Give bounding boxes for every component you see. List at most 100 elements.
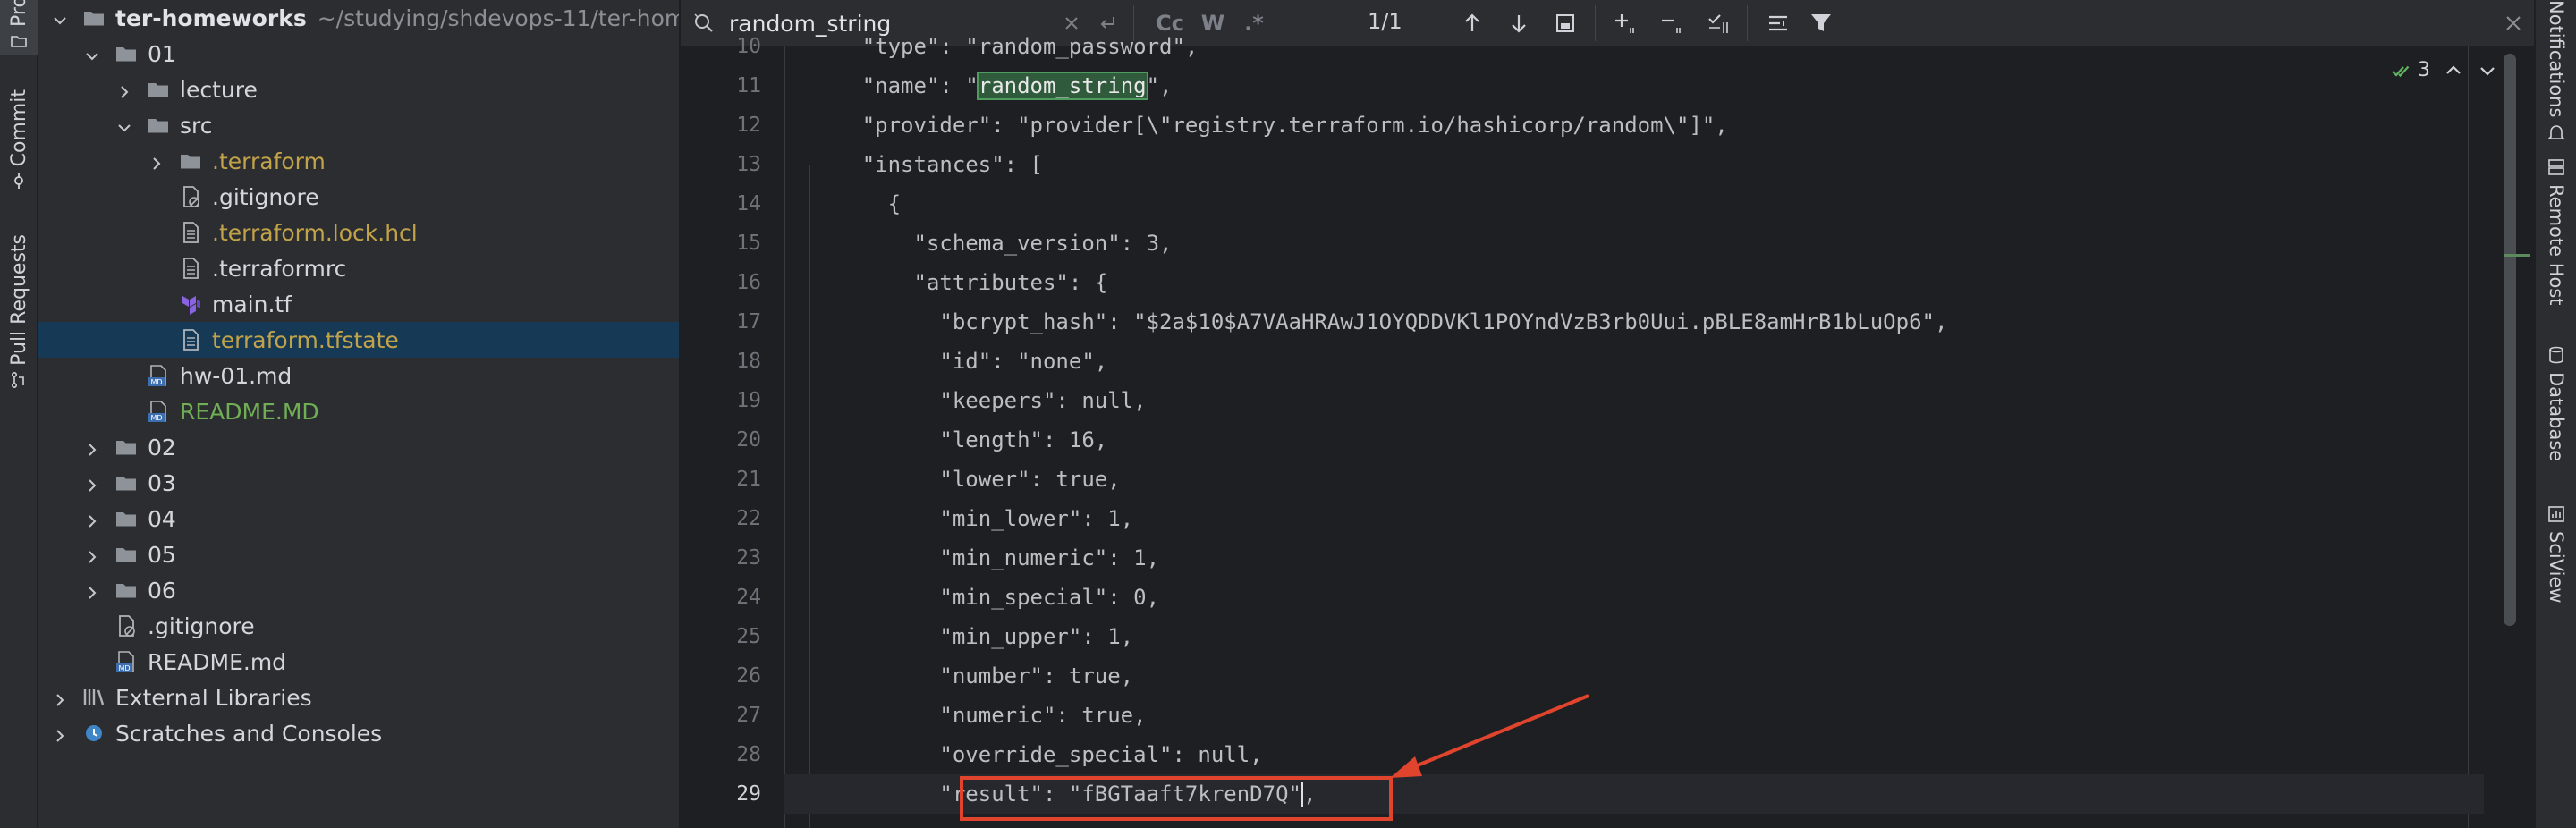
close-find-bar-button[interactable] (2498, 9, 2529, 38)
tree-item[interactable]: MD README.md (38, 644, 679, 680)
code-line[interactable]: "name": "random_string", (784, 66, 2484, 106)
inspection-widget[interactable]: 3 (2391, 59, 2498, 81)
tree-item-label: External Libraries (115, 684, 312, 711)
tree-item-label: 04 (148, 505, 176, 532)
scratches-icon (81, 721, 106, 746)
tree-item[interactable]: src (38, 107, 679, 143)
code-line[interactable]: "override_special": null, (784, 735, 2484, 774)
tree-item[interactable]: External Libraries (38, 680, 679, 715)
code-line[interactable]: "provider": "provider[\"registry.terrafo… (784, 106, 2484, 145)
tree-item[interactable]: lecture (38, 72, 679, 107)
tree-item[interactable]: MD hw-01.md (38, 358, 679, 393)
code-line[interactable]: "type": "random_password", (784, 27, 2484, 66)
tree-item-label: 06 (148, 577, 176, 604)
code-text: "name": " (784, 73, 979, 98)
tree-item[interactable]: Scratches and Consoles (38, 715, 679, 751)
tree-item[interactable]: .terraform.lock.hcl (38, 215, 679, 250)
line-number: 23 (736, 546, 761, 570)
chevron-down-icon[interactable] (2477, 60, 2498, 81)
scrollbar-thumb[interactable] (2504, 54, 2516, 626)
project-tool-window: ter-homeworks ~/studying/shdevops-11/ter… (38, 0, 679, 828)
line-number: 24 (736, 586, 761, 609)
tree-item-label: lecture (180, 76, 258, 103)
line-number: 17 (736, 310, 761, 334)
code-line[interactable]: "min_special": 0, (784, 578, 2484, 617)
tool-window-database[interactable]: Database (2536, 345, 2576, 461)
tool-window-commit[interactable]: Commit (0, 89, 38, 191)
line-number: 27 (736, 704, 761, 727)
tree-item[interactable]: 03 (38, 465, 679, 501)
inspection-status[interactable]: 3 (2391, 59, 2430, 81)
project-root[interactable]: ter-homeworks ~/studying/shdevops-11/ter… (38, 0, 679, 36)
chevron-right-icon[interactable] (83, 510, 101, 528)
tool-window-notifications[interactable]: Notifications (2536, 0, 2576, 149)
svg-text:MD: MD (118, 664, 130, 672)
tree-item-label: 02 (148, 434, 176, 460)
line-number: 16 (736, 271, 761, 294)
chevron-right-icon[interactable] (115, 80, 133, 98)
tool-window-project[interactable]: Project (0, 0, 38, 55)
code-line[interactable]: "id": "none", (784, 342, 2484, 381)
chevron-right-icon[interactable] (83, 474, 101, 492)
tool-window-pull-requests[interactable]: Pull Requests (0, 234, 38, 391)
tree-item[interactable]: 05 (38, 537, 679, 572)
tool-window-remote-host-label: Remote Host (2546, 184, 2567, 306)
code-line[interactable]: "number": true, (784, 656, 2484, 696)
line-number: 15 (736, 232, 761, 255)
code-line[interactable]: { (784, 184, 2484, 224)
chevron-right-icon[interactable] (83, 581, 101, 599)
code-line[interactable]: "attributes": { (784, 263, 2484, 302)
line-number: 12 (736, 114, 761, 137)
chevron-right-icon[interactable] (148, 152, 165, 170)
annotation-arrow (1390, 694, 1589, 778)
markdown-icon: MD (146, 399, 171, 424)
tree-item[interactable]: .terraformrc (38, 250, 679, 286)
double-check-icon (2392, 65, 2410, 77)
chevron-up-icon[interactable] (2443, 60, 2464, 81)
chevron-right-icon[interactable] (83, 438, 101, 456)
chevron-right-icon[interactable] (51, 689, 69, 706)
code-line[interactable]: "schema_version": 3, (784, 224, 2484, 263)
line-number: 21 (736, 468, 761, 491)
chevron-right-icon[interactable] (83, 545, 101, 563)
code-line[interactable]: "min_upper": 1, (784, 617, 2484, 656)
search-match-marker[interactable] (2504, 254, 2530, 257)
tree-item-label: terraform.tfstate (212, 326, 399, 353)
code-line[interactable]: "min_lower": 1, (784, 499, 2484, 538)
chevron-down-icon[interactable] (115, 116, 133, 134)
chevron-down-icon[interactable] (83, 45, 101, 63)
folder-icon (114, 542, 139, 567)
code-line[interactable]: "numeric": true, (784, 696, 2484, 735)
code-line[interactable]: "bcrypt_hash": "$2a$10$A7VAaHRAwJ1OYQDDV… (784, 302, 2484, 342)
folder-icon (114, 470, 139, 495)
chevron-down-icon[interactable] (51, 9, 69, 27)
tree-item[interactable]: 04 (38, 501, 679, 537)
tree-item-label: 01 (148, 40, 176, 67)
code-line[interactable]: "instances": [ (784, 145, 2484, 184)
code-area[interactable]: "type": "random_password", "name": "rand… (784, 34, 2484, 828)
code-line[interactable]: "lower": true, (784, 460, 2484, 499)
tree-item[interactable]: .terraform (38, 143, 679, 179)
markdown-icon: MD (114, 649, 139, 674)
code-line[interactable]: "length": 16, (784, 420, 2484, 460)
tree-item[interactable]: MD README.MD (38, 393, 679, 429)
vertical-scrollbar[interactable] (2504, 54, 2516, 626)
code-line[interactable]: "keepers": null, (784, 381, 2484, 420)
code-line[interactable]: "min_numeric": 1, (784, 538, 2484, 578)
tree-item[interactable]: 06 (38, 572, 679, 608)
line-number: 29 (736, 782, 761, 806)
chevron-right-icon[interactable] (51, 724, 69, 742)
markdown-icon: MD (146, 363, 171, 388)
tree-item[interactable]: 01 (38, 36, 679, 72)
tree-item[interactable]: .gitignore (38, 179, 679, 215)
folder-icon (114, 506, 139, 531)
tree-item[interactable]: main.tf (38, 286, 679, 322)
tool-window-sciview[interactable]: SciView (2536, 504, 2576, 604)
tree-item[interactable]: terraform.tfstate (38, 322, 679, 358)
tree-item[interactable]: .gitignore (38, 608, 679, 644)
tree-item[interactable]: 02 (38, 429, 679, 465)
tool-window-remote-host[interactable]: Remote Host (2536, 157, 2576, 306)
